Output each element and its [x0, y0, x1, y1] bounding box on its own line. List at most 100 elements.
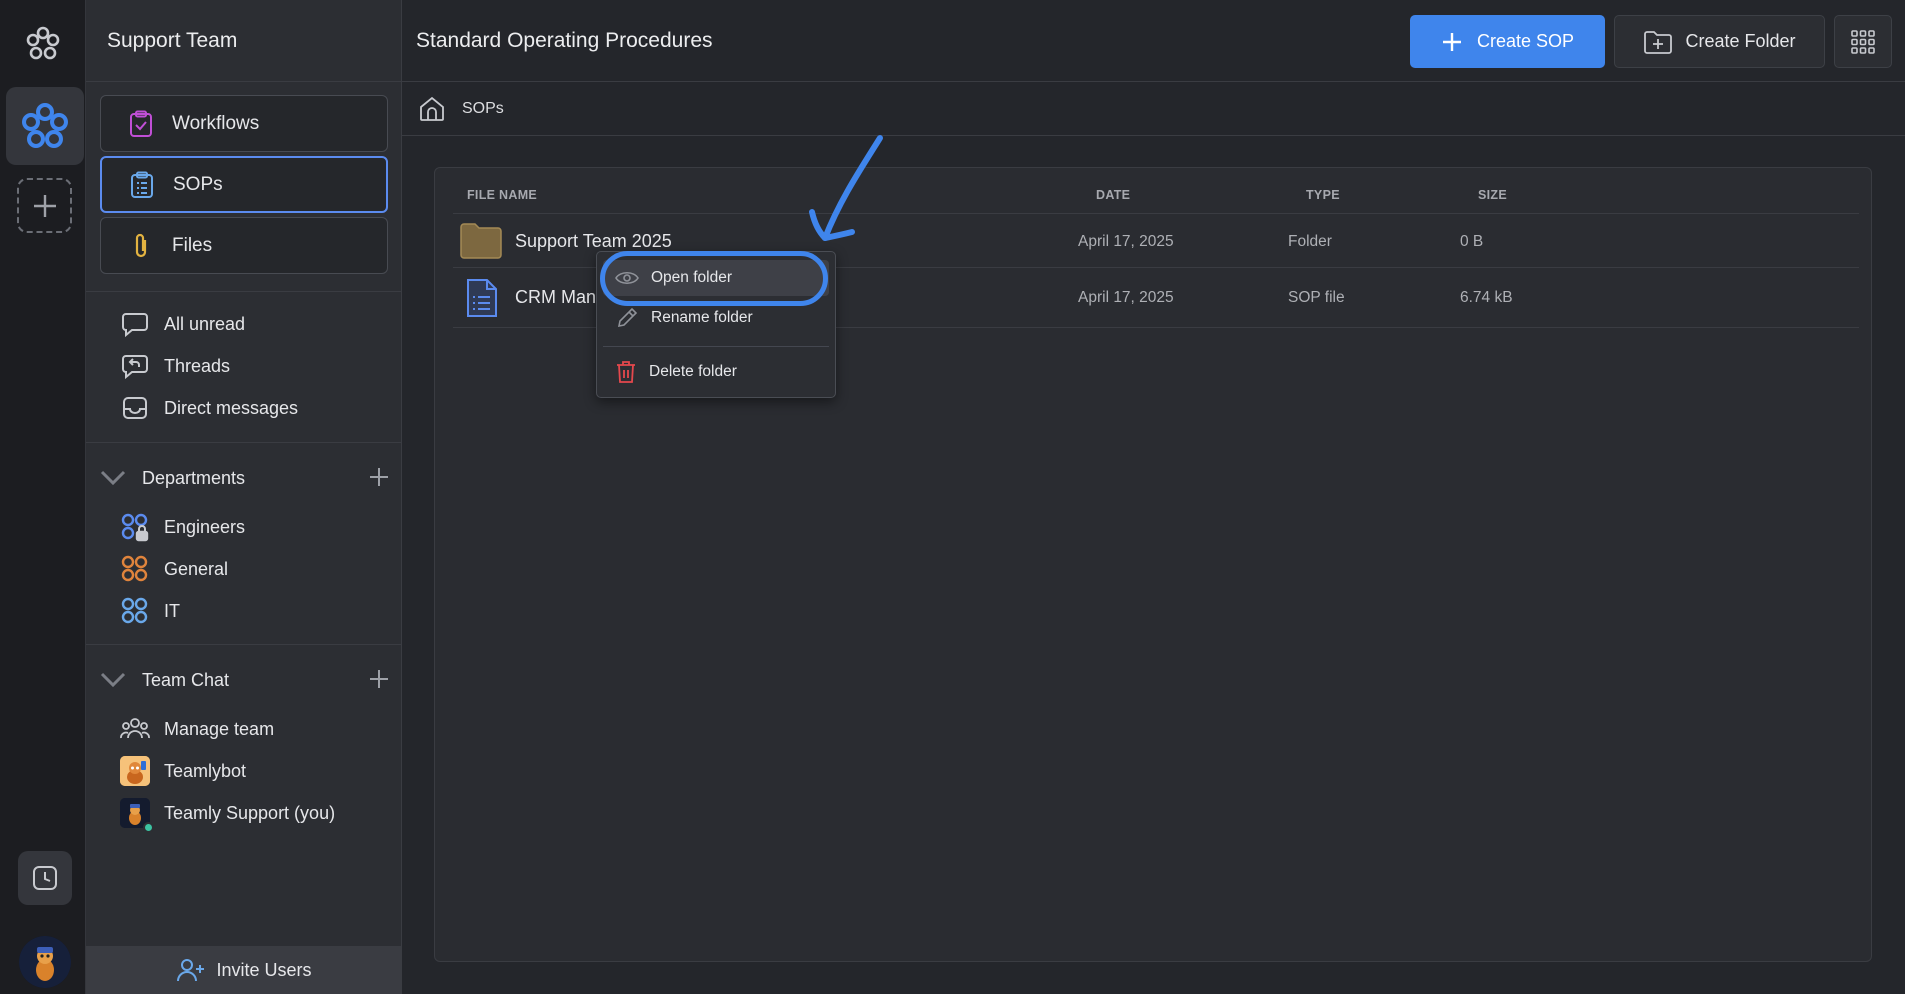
file-type: Folder	[1288, 233, 1332, 250]
bot-avatar	[120, 756, 150, 786]
sidebar-item-label: Teamlybot	[164, 760, 247, 781]
column-header-type[interactable]: TYPE	[1306, 188, 1340, 202]
menu-item-delete-folder[interactable]: Delete folder	[603, 354, 829, 390]
chat-bubble-icon	[120, 309, 150, 339]
add-department-icon[interactable]	[368, 466, 390, 488]
add-workspace-button[interactable]	[17, 178, 72, 233]
sidebar-item-teamly-support[interactable]: Teamly Support (you)	[120, 796, 336, 833]
group-lock-icon	[120, 512, 150, 542]
invite-users-button[interactable]: Invite Users	[86, 946, 402, 994]
sidebar-item-label: Teamly Support (you)	[164, 802, 336, 823]
list-doc-icon	[128, 171, 156, 199]
sidebar-item-label: General	[164, 558, 229, 579]
departments-section-header[interactable]: Departments	[98, 461, 390, 495]
menu-item-label: Rename folder	[651, 309, 753, 326]
people-icon	[120, 714, 150, 744]
menu-item-open-folder[interactable]: Open folder	[603, 260, 829, 296]
sidebar-item-teamlybot[interactable]: Teamlybot	[120, 754, 246, 788]
nav-sops-label: SOPs	[173, 173, 223, 195]
file-type: SOP file	[1288, 289, 1345, 306]
sidebar-item-label: Direct messages	[164, 397, 299, 418]
group-icon	[120, 596, 150, 626]
breadcrumb: SOPs	[402, 82, 1905, 136]
user-avatar	[120, 798, 154, 833]
add-user-icon	[177, 959, 205, 982]
sidebar-item-label: All unread	[164, 313, 246, 334]
eye-icon	[615, 271, 639, 285]
menu-item-label: Delete folder	[649, 363, 737, 380]
sidebar-item-label: Engineers	[164, 516, 246, 537]
inbox-icon	[120, 393, 150, 423]
app-logo-icon[interactable]	[24, 25, 62, 63]
menu-item-label: Open folder	[651, 269, 732, 286]
nav-files-label: Files	[172, 234, 213, 256]
workspace-button-active[interactable]	[6, 87, 84, 165]
folder-plus-icon	[1644, 30, 1673, 54]
column-header-file-name[interactable]: FILE NAME	[467, 188, 537, 202]
folder-icon	[460, 223, 502, 259]
section-title: Team Chat	[142, 669, 230, 690]
add-chat-icon[interactable]	[368, 668, 390, 690]
sidebar-item-manage-team[interactable]: Manage team	[120, 712, 274, 746]
document-icon	[467, 279, 497, 317]
team-chat-section-header[interactable]: Team Chat	[98, 663, 390, 697]
apps-grid-button[interactable]	[1834, 15, 1892, 68]
file-size: 0 B	[1460, 233, 1484, 250]
sidebar-item-label: Manage team	[164, 718, 275, 739]
plus-icon	[34, 195, 56, 217]
file-size: 6.74 kB	[1460, 289, 1513, 306]
menu-separator	[603, 346, 829, 347]
nav-workflows[interactable]: Workflows	[100, 95, 388, 152]
file-name: CRM Man	[515, 287, 597, 307]
chevron-down-icon	[100, 672, 126, 688]
sidebar-item-engineers[interactable]: Engineers	[120, 510, 245, 544]
app-window: Support Team Workflows SOPs Files All un…	[0, 0, 1905, 994]
paperclip-icon	[127, 232, 155, 260]
workspace-rail	[0, 0, 86, 994]
pencil-icon	[617, 307, 638, 328]
clipboard-check-icon	[127, 110, 155, 138]
chevron-down-icon	[100, 470, 126, 486]
sidebar-item-direct-messages[interactable]: Direct messages	[120, 391, 298, 425]
invite-users-label: Invite Users	[216, 959, 312, 980]
sidebar-item-general[interactable]: General	[120, 552, 228, 586]
nav-workflows-label: Workflows	[172, 112, 260, 134]
sidebar-item-threads[interactable]: Threads	[120, 349, 230, 383]
group-icon	[120, 554, 150, 584]
nav-files[interactable]: Files	[100, 217, 388, 274]
create-folder-button[interactable]: Create Folder	[1614, 15, 1825, 68]
file-name: Support Team 2025	[515, 231, 672, 251]
sidebar: Support Team Workflows SOPs Files All un…	[86, 0, 402, 994]
divider	[86, 442, 402, 443]
page-title: Standard Operating Procedures	[416, 29, 713, 52]
annotation-arrow-icon	[809, 135, 883, 241]
file-date: April 17, 2025	[1078, 289, 1174, 306]
recent-activity-button[interactable]	[18, 851, 72, 905]
sidebar-item-all-unread[interactable]: All unread	[120, 307, 245, 341]
sidebar-item-it[interactable]: IT	[120, 594, 180, 628]
divider	[86, 644, 402, 645]
sidebar-item-label: IT	[164, 600, 180, 621]
reply-bubble-icon	[120, 351, 150, 381]
column-header-date[interactable]: DATE	[1096, 188, 1130, 202]
home-icon[interactable]	[418, 95, 446, 123]
divider	[86, 291, 402, 292]
folder-context-menu: Open folder Rename folder Delete folder	[596, 251, 836, 398]
create-sop-label: Create SOP	[1476, 31, 1575, 51]
user-avatar[interactable]	[19, 936, 71, 988]
plus-icon	[1442, 32, 1461, 51]
online-status-dot	[143, 822, 154, 833]
grid-icon	[1851, 29, 1875, 54]
section-title: Departments	[142, 467, 246, 488]
menu-item-rename-folder[interactable]: Rename folder	[603, 300, 829, 336]
breadcrumb-current[interactable]: SOPs	[462, 100, 504, 118]
top-bar: Standard Operating Procedures Create SOP…	[402, 0, 1905, 82]
main-content: Standard Operating Procedures Create SOP…	[402, 0, 1905, 994]
create-sop-button[interactable]: Create SOP	[1410, 15, 1605, 68]
trash-icon	[617, 361, 635, 383]
column-header-size[interactable]: SIZE	[1478, 188, 1507, 202]
team-name: Support Team	[86, 0, 401, 82]
sidebar-item-label: Threads	[164, 355, 231, 376]
nav-sops[interactable]: SOPs	[100, 156, 388, 213]
create-folder-label: Create Folder	[1685, 31, 1796, 51]
